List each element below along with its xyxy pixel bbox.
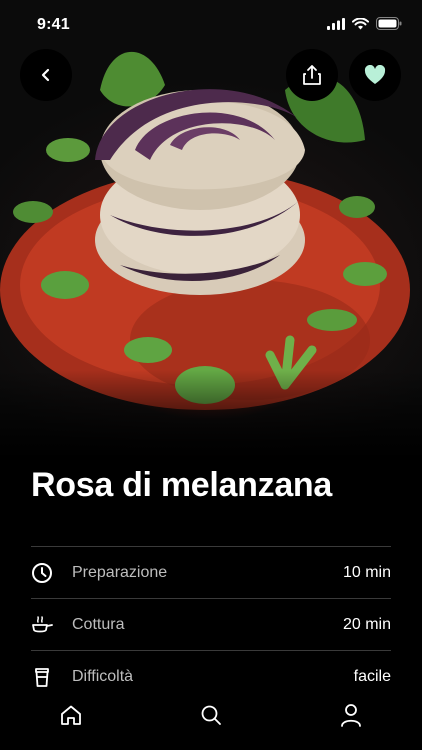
heart-icon (364, 65, 386, 84)
info-value: 10 min (342, 563, 391, 581)
tab-profile[interactable] (338, 702, 364, 728)
tab-search[interactable] (198, 702, 224, 728)
clock-icon (31, 562, 53, 584)
pan-icon (31, 614, 53, 636)
favorite-button[interactable] (349, 49, 401, 101)
home-icon (61, 705, 81, 725)
info-value: 20 min (342, 615, 391, 633)
profile-icon (341, 704, 361, 727)
cup-icon (31, 666, 53, 688)
info-value: facile (353, 667, 391, 685)
wifi-icon (352, 17, 369, 29)
battery-icon (376, 17, 402, 30)
info-label: Preparazione (72, 563, 168, 581)
info-row-cooking: Cottura 20 min (31, 598, 391, 650)
share-button[interactable] (286, 49, 338, 101)
back-button[interactable] (20, 49, 72, 101)
share-icon (303, 65, 321, 85)
search-icon (201, 705, 221, 725)
tab-home[interactable] (58, 702, 84, 728)
recipe-info-list: Preparazione 10 min Cottura 20 min Diffi… (31, 546, 391, 702)
info-label: Cottura (72, 615, 125, 633)
chevron-left-icon (41, 68, 50, 82)
system-icons (327, 17, 402, 30)
status-bar: 9:41 (0, 0, 422, 50)
tab-bar (0, 692, 422, 750)
info-label: Difficoltà (72, 667, 134, 685)
cellular-signal-icon (327, 17, 345, 30)
status-time: 9:41 (37, 16, 70, 33)
info-row-preparation: Preparazione 10 min (31, 546, 391, 598)
recipe-title: Rosa di melanzana (31, 466, 332, 504)
